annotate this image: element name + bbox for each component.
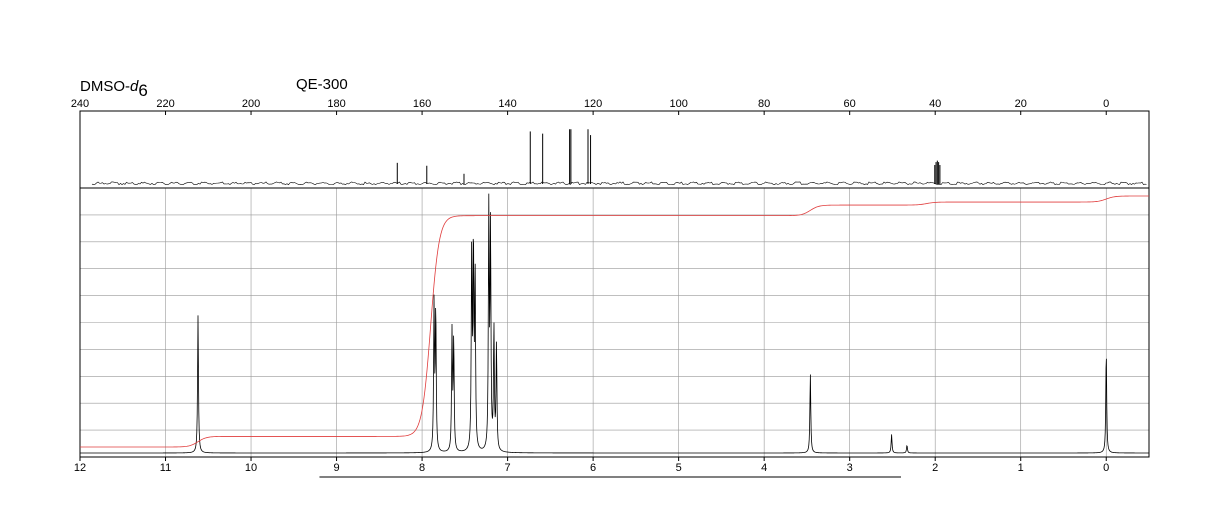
h1-peak: [810, 373, 811, 374]
nmr-spectrum-chart: 240 220 200 180 160 140 120 100 80 60 40 20 0 12 11 10…: [71, 98, 1150, 478]
c13-tick-label: 240: [71, 98, 89, 110]
c13-baseline: [91, 181, 1147, 186]
h1-panel: 12 11 10 9 8 7 6 5 4 3 2 1 0: [74, 187, 1150, 478]
c13-tick-label: 40: [929, 98, 941, 110]
h1-peak: [488, 214, 489, 215]
c13-tick-label: 0: [1103, 98, 1109, 110]
h1-peak: [496, 347, 497, 348]
h1-tick-label: 5: [676, 462, 682, 474]
h1-tick-label: 9: [333, 462, 339, 474]
c13-frame: [79, 110, 1150, 189]
h1-peak: [490, 230, 491, 231]
h1-tick-label: 0: [1103, 462, 1109, 474]
h1-peak: [475, 278, 476, 279]
h1-peak: [493, 331, 494, 332]
c13-tick-label: 160: [413, 98, 431, 110]
h1-peak: [453, 341, 454, 342]
c13-tick-label: 20: [1015, 98, 1027, 110]
h1-peak: [198, 315, 199, 316]
h1-peak: [452, 333, 453, 334]
h1-peak: [906, 445, 907, 446]
h1-spectrum-trace: [80, 193, 1149, 454]
c13-panel: 240 220 200 180 160 140 120 100 80 60 40 20 0: [71, 98, 1150, 189]
c13-tick-label: 200: [242, 98, 260, 110]
c13-tick-label: 80: [758, 98, 770, 110]
c13-tick-label: 180: [327, 98, 345, 110]
h1-tick-label: 1: [1018, 462, 1024, 474]
h1-peak: [891, 434, 892, 435]
h1-peak: [1106, 349, 1107, 350]
h1-peak: [473, 246, 474, 247]
h1-tick-label: 11: [160, 462, 171, 474]
h1-peak: [434, 304, 435, 305]
h1-peak: [471, 256, 472, 257]
h1-integral-curve: [80, 195, 1149, 448]
h1-tick-label: 6: [590, 462, 596, 474]
h1-tick-label: 10: [245, 462, 257, 474]
h1-tick-label: 7: [505, 462, 511, 474]
c13-tick-label: 140: [498, 98, 516, 110]
c13-tick-label: 100: [669, 98, 687, 110]
h1-tick-label: 12: [74, 462, 86, 474]
c13-tick-label: 220: [156, 98, 174, 110]
c13-tick-label: 60: [844, 98, 856, 110]
h1-tick-label: 4: [761, 462, 767, 474]
h1-tick-label: 2: [932, 462, 938, 474]
h1-tick-label: 3: [847, 462, 853, 474]
h1-peak: [435, 309, 436, 310]
h1-tick-label: 8: [419, 462, 425, 474]
c13-tick-label: 120: [584, 98, 602, 110]
